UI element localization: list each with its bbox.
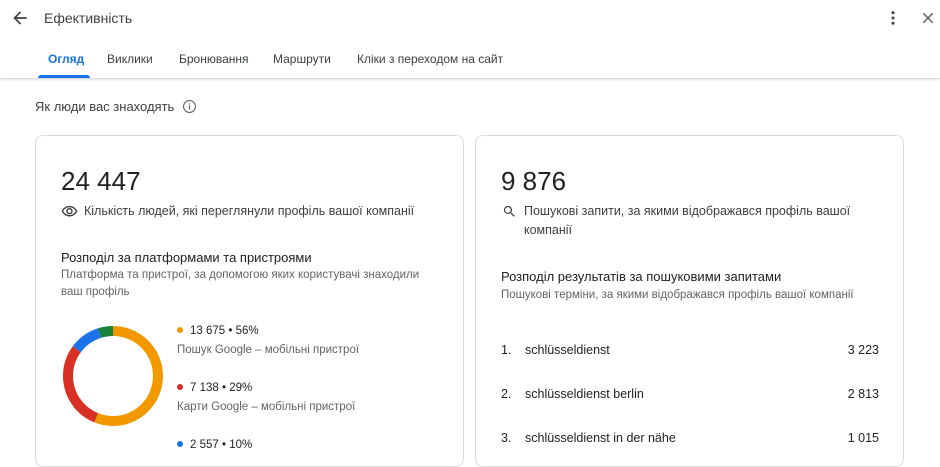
page-title: Ефективність	[44, 10, 133, 26]
close-icon[interactable]	[919, 9, 937, 27]
more-vert-icon[interactable]	[884, 8, 902, 28]
search-term-row: 1. schlüsseldienst 3 223	[501, 343, 879, 363]
search-term-rank: 3.	[501, 431, 512, 445]
tab-website-clicks[interactable]: Кліки з переходом на сайт	[357, 52, 503, 66]
search-term-row: 3. schlüsseldienst in der nähe 1 015	[501, 431, 879, 451]
search-icon	[503, 205, 515, 217]
search-term-rank: 1.	[501, 343, 512, 357]
legend-value-third: 2 557 • 10%	[177, 439, 252, 451]
section-title: Як люди вас знаходять	[35, 99, 175, 114]
searches-count: 9 876	[501, 166, 567, 196]
search-breakdown-title: Розподіл результатів за пошуковими запит…	[501, 269, 782, 284]
legend-dot-search-mobile	[177, 327, 183, 333]
searches-card: 9 876 Пошукові запити, за якими відображ…	[475, 135, 904, 467]
top-bar: Ефективність	[0, 0, 940, 36]
profile-views-count: 24 447	[61, 166, 141, 196]
legend-label-maps-mobile: Карти Google – мобільні пристрої	[177, 401, 356, 413]
legend-value-text: 7 138 • 29%	[190, 382, 253, 394]
search-term-query: schlüsseldienst in der nähe	[525, 431, 676, 445]
legend-value-search-mobile: 13 675 • 56%	[177, 325, 259, 337]
search-term-row: 2. schlüsseldienst berlin 2 813	[501, 387, 879, 407]
platform-breakdown-title: Розподіл за платформами та пристроями	[61, 250, 312, 265]
search-term-rank: 2.	[501, 387, 512, 401]
legend-value-text: 13 675 • 56%	[190, 325, 259, 337]
active-tab-indicator	[38, 75, 90, 78]
profile-views-card: 24 447 Кількість людей, які переглянули …	[35, 135, 464, 467]
legend-value-text: 2 557 • 10%	[190, 439, 253, 451]
tab-bookings[interactable]: Бронювання	[179, 52, 249, 66]
platform-breakdown-desc: Платформа та пристрої, за допомогою яких…	[61, 269, 420, 298]
legend-dot-maps-mobile	[177, 384, 183, 390]
searches-label: Пошукові запити, за якими відображався п…	[524, 204, 851, 237]
tab-directions[interactable]: Маршрути	[273, 52, 331, 66]
legend-value-maps-mobile: 7 138 • 29%	[177, 382, 252, 394]
search-term-count: 3 223	[847, 343, 879, 357]
platform-donut-chart	[63, 326, 163, 426]
search-term-query: schlüsseldienst berlin	[525, 387, 644, 401]
search-term-query: schlüsseldienst	[525, 343, 610, 357]
info-icon[interactable]	[182, 99, 197, 114]
eye-icon	[61, 205, 78, 217]
legend-dot-third	[177, 441, 183, 447]
profile-views-label: Кількість людей, які переглянули профіль…	[84, 204, 415, 218]
back-arrow-icon[interactable]	[10, 8, 30, 28]
search-term-count: 2 813	[847, 387, 879, 401]
search-term-count: 1 015	[847, 431, 879, 445]
tab-overview[interactable]: Огляд	[48, 52, 84, 66]
search-breakdown-desc: Пошукові терміни, за якими відображався …	[501, 289, 854, 301]
tab-calls[interactable]: Виклики	[107, 52, 153, 66]
tab-bar: Огляд Виклики Бронювання Маршрути Кліки …	[0, 36, 940, 79]
legend-label-search-mobile: Пошук Google – мобільні пристрої	[177, 344, 360, 356]
